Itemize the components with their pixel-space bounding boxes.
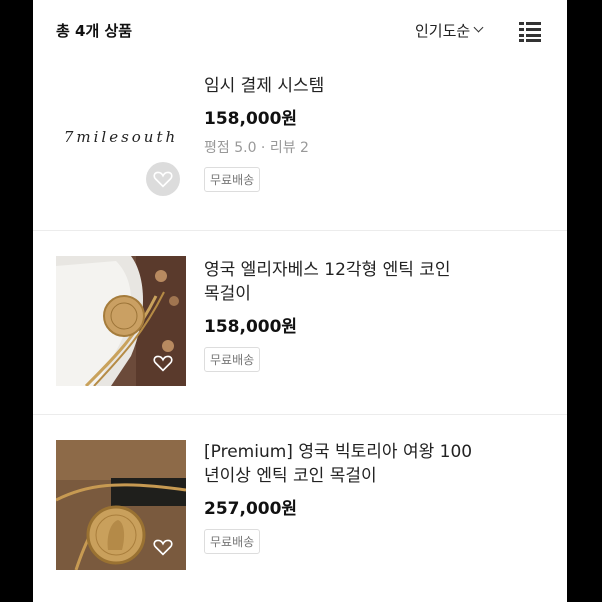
product-title-line: [Premium] 영국 빅토리아 여왕 100: [204, 442, 473, 462]
sort-dropdown[interactable]: 인기도순: [415, 20, 484, 41]
heart-icon[interactable]: [146, 530, 180, 564]
product-thumbnail[interactable]: [56, 256, 186, 386]
free-shipping-badge: 무료배송: [204, 347, 261, 372]
heart-icon[interactable]: [146, 346, 180, 380]
product-price: 257,000원: [204, 499, 298, 519]
free-shipping-badge: 무료배송: [204, 167, 261, 192]
chevron-down-icon: [473, 22, 484, 33]
product-item[interactable]: 7milesouth 임시 결제 시스템 158,000원 평점 5.0 · 리…: [33, 62, 567, 231]
product-title-line: 년이상 엔틱 코인 목걸이: [204, 466, 377, 486]
total-count: 총 4개 상품: [56, 22, 133, 40]
free-shipping-badge: 무료배송: [204, 529, 261, 554]
product-title-line: 목걸이: [204, 284, 251, 304]
product-rating: 평점 5.0 · 리뷰 2: [204, 140, 309, 156]
product-item[interactable]: 영국 엘리자베스 12각형 엔틱 코인 목걸이 158,000원 무료배송: [33, 230, 567, 415]
product-price: 158,000원: [204, 317, 298, 337]
product-thumbnail[interactable]: 7milesouth: [56, 72, 186, 202]
product-title[interactable]: 임시 결제 시스템: [204, 74, 549, 98]
shop-product-list: 총 4개 상품 인기도순 7milesouth 임시 결제 시스템 158,00…: [33, 0, 567, 602]
product-title[interactable]: 영국 엘리자베스 12각형 엔틱 코인 목걸이: [204, 258, 549, 306]
list-header: 총 4개 상품 인기도순: [33, 0, 567, 62]
heart-icon[interactable]: [146, 162, 180, 196]
product-title-line: 영국 엘리자베스 12각형 엔틱 코인: [204, 260, 451, 280]
product-thumbnail[interactable]: [56, 440, 186, 570]
sort-label: 인기도순: [415, 22, 471, 40]
list-view-icon[interactable]: [519, 22, 541, 42]
product-item[interactable]: [Premium] 영국 빅토리아 여왕 100 년이상 엔틱 코인 목걸이 2…: [33, 414, 567, 602]
brand-logo: 7milesouth: [63, 128, 179, 146]
product-title[interactable]: [Premium] 영국 빅토리아 여왕 100 년이상 엔틱 코인 목걸이: [204, 440, 549, 488]
product-price: 158,000원: [204, 109, 298, 129]
